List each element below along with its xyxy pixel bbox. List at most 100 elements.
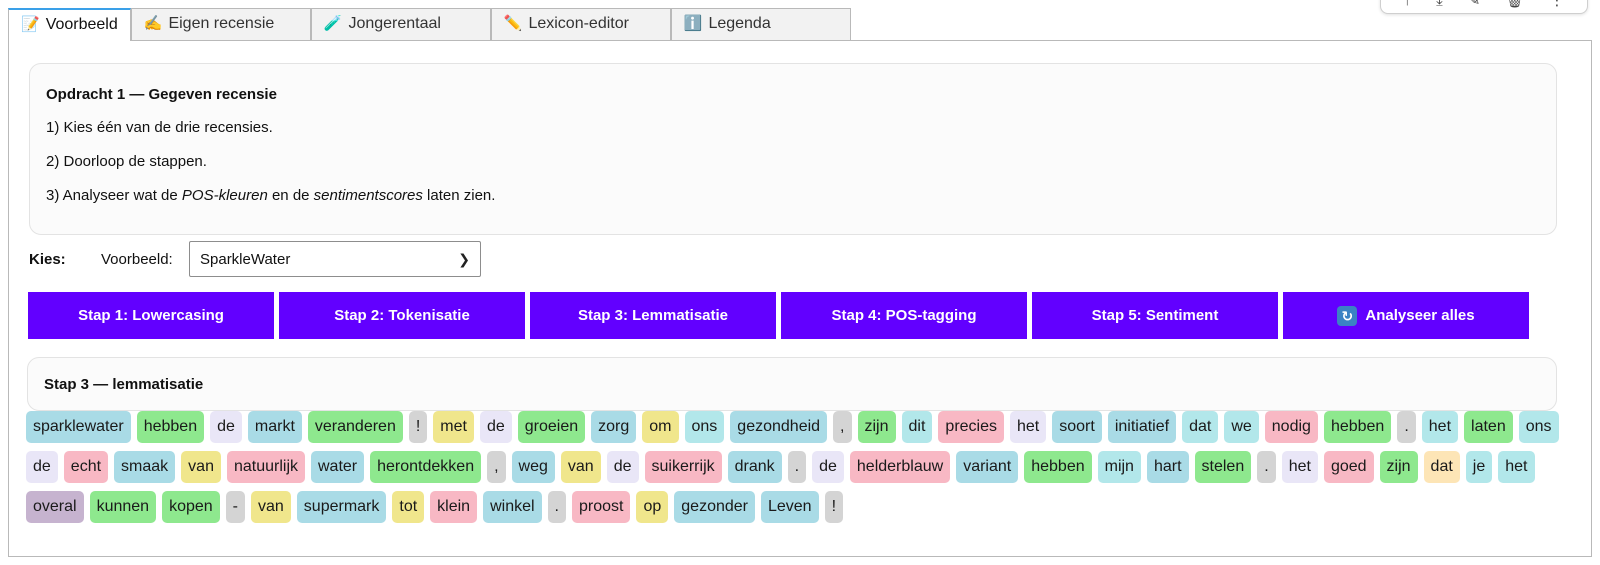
tab-label: Eigen recensie xyxy=(168,15,275,32)
token-chip: met xyxy=(433,411,474,443)
token-chip: hebben xyxy=(136,411,205,443)
token-chip: de xyxy=(812,451,844,483)
assignment-card: Opdracht 1 — Gegeven recensie 1) Kies éé… xyxy=(29,63,1557,235)
step-buttons: Stap 1: Lowercasing Stap 2: Tokenisatie … xyxy=(28,292,1529,339)
token-chip: de xyxy=(479,411,512,443)
tab-label: Lexicon-editor xyxy=(528,15,629,32)
token-chip: . xyxy=(1257,451,1276,483)
token-chip: supermark xyxy=(296,491,387,523)
token-chip: mijn xyxy=(1097,451,1141,483)
token-chip: veranderen xyxy=(307,411,403,443)
token-chip: . xyxy=(787,451,807,483)
token-chip: het xyxy=(1281,451,1318,483)
token-chip: klein xyxy=(430,491,478,523)
pencil-icon[interactable]: ✎ xyxy=(1468,0,1481,8)
token-chip: initiatief xyxy=(1107,411,1177,443)
tab-label: Legenda xyxy=(708,15,771,32)
token-chip: kunnen xyxy=(89,491,157,523)
cell-toolbar: ↑ ⤓ ✎ 🗑 ⋮ xyxy=(1380,0,1588,14)
token-chip: dat xyxy=(1182,411,1219,443)
step-2-button[interactable]: Stap 2: Tokenisatie xyxy=(279,292,525,339)
tab-label: Voorbeeld xyxy=(45,16,118,33)
token-chip: groeien xyxy=(517,411,586,443)
token-chip: de xyxy=(210,411,242,443)
token-chip: dit xyxy=(901,411,933,443)
trash-icon[interactable]: 🗑 xyxy=(1505,0,1524,8)
token-chip: weg xyxy=(511,451,555,483)
token-chip: water xyxy=(311,451,365,483)
token-chip: tot xyxy=(392,491,425,523)
tab-legenda[interactable]: ℹ️ Legenda xyxy=(670,8,851,40)
token-chip: proost xyxy=(572,491,631,523)
choose-row: Kies: Voorbeeld: SparkleWater ❯ xyxy=(29,241,481,277)
result-header: Stap 3 — lemmatisatie xyxy=(27,357,1557,411)
token-chip: helderblauw xyxy=(849,451,951,483)
step-3-button[interactable]: Stap 3: Lemmatisatie xyxy=(530,292,776,339)
token-chip: hebben xyxy=(1024,451,1092,483)
analyze-all-button[interactable]: ↻ Analyseer alles xyxy=(1283,292,1529,339)
step-1-button[interactable]: Stap 1: Lowercasing xyxy=(28,292,274,339)
select-value: SparkleWater xyxy=(200,250,291,268)
token-chip: markt xyxy=(247,411,302,443)
token-chip: stelen xyxy=(1194,451,1252,483)
token-chip: kopen xyxy=(162,491,220,523)
assignment-line-1: 1) Kies één van de drie recensies. xyxy=(46,119,273,136)
analyze-all-label: Analyseer alles xyxy=(1365,307,1475,324)
token-chip: overal xyxy=(26,491,84,523)
token-chip: . xyxy=(1397,411,1416,443)
token-chip: Leven xyxy=(760,491,819,523)
token-chip: zorg xyxy=(591,411,637,443)
token-chip: van xyxy=(251,491,291,523)
token-chip: de xyxy=(606,451,639,483)
token-chip: laten xyxy=(1464,411,1513,443)
token-chip: hebben xyxy=(1323,411,1392,443)
tab-jongerentaal[interactable]: 🧪 Jongerentaal xyxy=(310,8,491,40)
token-chip: goed xyxy=(1323,451,1374,483)
tab-lexicon-editor[interactable]: ✏️ Lexicon-editor xyxy=(490,8,671,40)
refresh-icon: ↻ xyxy=(1337,305,1358,326)
tab-label: Jongerentaal xyxy=(348,15,441,32)
token-chip: ! xyxy=(824,491,844,523)
token-chip: om xyxy=(642,411,679,443)
test-tube-icon: 🧪 xyxy=(323,15,343,32)
pencil-icon: ✏️ xyxy=(503,15,523,32)
more-icon[interactable]: ⋮ xyxy=(1549,0,1564,8)
assignment-line-3: 3) Analyseer wat de POS-kleuren en de se… xyxy=(46,187,496,204)
download-icon[interactable]: ⤓ xyxy=(1436,0,1443,8)
token-chip: winkel xyxy=(483,491,542,523)
tab-voorbeeld[interactable]: 📝 Voorbeeld xyxy=(8,8,131,41)
token-chip: variant xyxy=(956,451,1019,483)
token-chip: soort xyxy=(1052,411,1102,443)
result-title: Stap 3 — lemmatisatie xyxy=(44,376,204,393)
token-chip: - xyxy=(225,491,245,523)
step-5-button[interactable]: Stap 5: Sentiment xyxy=(1032,292,1278,339)
tab-bar: 📝 Voorbeeld ✍️ Eigen recensie 🧪 Jongeren… xyxy=(8,8,851,41)
token-chip: . xyxy=(547,491,566,523)
tab-panel: Opdracht 1 — Gegeven recensie 1) Kies éé… xyxy=(8,40,1592,557)
token-chip: drank xyxy=(727,451,782,483)
token-chip: nodig xyxy=(1264,411,1318,443)
example-select[interactable]: SparkleWater ❯ xyxy=(189,241,481,277)
token-chip: echt xyxy=(63,451,109,483)
token-chip: , xyxy=(833,411,852,443)
arrow-up-icon[interactable]: ↑ xyxy=(1404,0,1412,8)
info-icon: ℹ️ xyxy=(683,15,703,32)
choose-label: Kies: xyxy=(29,250,66,268)
token-chip: smaak xyxy=(114,451,176,483)
token-chip: je xyxy=(1465,451,1493,483)
token-chip: sparklewater xyxy=(26,411,131,443)
token-chip: het xyxy=(1010,411,1047,443)
token-chip: ons xyxy=(1518,411,1559,443)
step-4-button[interactable]: Stap 4: POS-tagging xyxy=(781,292,1027,339)
token-chip: gezondheid xyxy=(730,411,828,443)
token-chip: suikerrijk xyxy=(644,451,722,483)
memo-icon: 📝 xyxy=(21,16,40,33)
token-chip: het xyxy=(1498,451,1535,483)
select-label: Voorbeeld: xyxy=(101,250,173,268)
token-chip: dat xyxy=(1423,451,1460,483)
tab-eigen-recensie[interactable]: ✍️ Eigen recensie xyxy=(130,8,311,40)
assignment-title: Opdracht 1 — Gegeven recensie xyxy=(46,86,277,103)
token-chip: zijn xyxy=(1379,451,1418,483)
token-chip: zijn xyxy=(857,411,896,443)
token-chip: , xyxy=(487,451,506,483)
